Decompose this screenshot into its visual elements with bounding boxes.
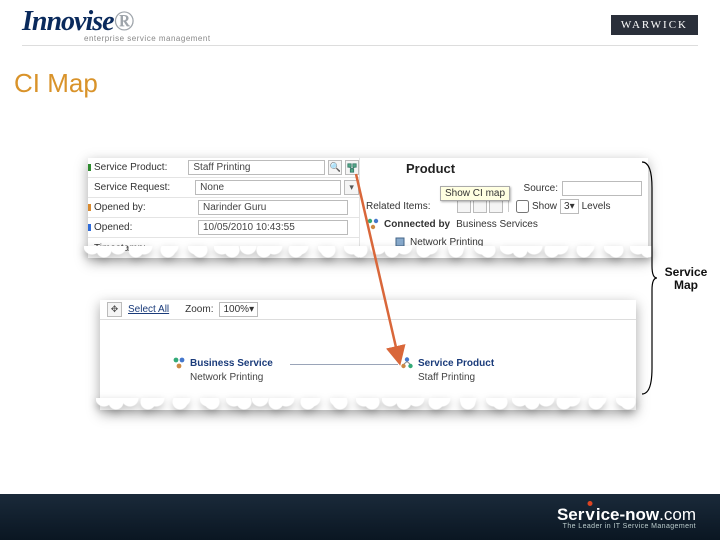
map-icon[interactable] xyxy=(489,199,503,213)
warwick-badge: WARWICK xyxy=(611,15,698,35)
label-timestamp: Timestamp: xyxy=(94,243,146,254)
label-service-product: Service Product: xyxy=(94,162,167,173)
service-product-icon xyxy=(400,356,414,370)
tree-icon[interactable] xyxy=(473,199,487,213)
field-opened[interactable]: 10/05/2010 10:43:55 xyxy=(198,220,348,235)
label-zoom: Zoom: xyxy=(185,304,213,315)
servicenow-logo: Service-now.com xyxy=(557,505,696,524)
connected-icon xyxy=(366,217,380,231)
label-connected-by: Connected by xyxy=(384,219,450,230)
right-panel-title: Product xyxy=(366,158,648,179)
label-source: Source: xyxy=(524,183,558,194)
label-related-items: Related Items: xyxy=(366,201,456,212)
innovise-logo: Innovise® enterprise service management xyxy=(22,6,211,43)
list-icon[interactable] xyxy=(457,199,471,213)
field-opened-by[interactable]: Narinder Guru xyxy=(198,200,348,215)
label-opened-by: Opened by: xyxy=(94,202,146,213)
node-business-service-sub: Network Printing xyxy=(190,372,273,383)
levels-select[interactable]: 3 ▾ xyxy=(560,199,579,214)
node-icon xyxy=(394,236,406,248)
map-screenshot: ✥ Select All Zoom: 100% ▾ Business Servi… xyxy=(100,300,636,410)
node-service-product-sub: Staff Printing xyxy=(418,372,494,383)
business-service-icon xyxy=(172,356,186,370)
tooltip-show-ci-map: Show CI map xyxy=(440,186,510,201)
node-business-service[interactable]: Business Service Network Printing xyxy=(172,356,273,383)
field-source[interactable] xyxy=(562,181,642,196)
label-opened: Opened: xyxy=(94,222,132,233)
cursor-icon[interactable]: ✥ xyxy=(107,302,122,317)
page-title: CI Map xyxy=(0,56,720,111)
select-all-link[interactable]: Select All xyxy=(128,304,169,315)
connected-value[interactable]: Business Services xyxy=(456,219,538,230)
node-service-product[interactable]: Service Product Staff Printing xyxy=(400,356,494,383)
slide-header: Innovise® enterprise service management … xyxy=(0,0,720,45)
slide-footer: Service-now.com The Leader in IT Service… xyxy=(0,494,720,540)
dropdown-icon[interactable]: ▾ xyxy=(344,180,359,195)
zoom-select[interactable]: 100% ▾ xyxy=(219,302,258,317)
relation-line xyxy=(290,364,398,365)
ci-map-icon[interactable] xyxy=(345,160,359,175)
callout-label: Service Map xyxy=(656,266,716,292)
field-service-request[interactable]: None xyxy=(195,180,341,195)
form-screenshot: Service Product: Staff Printing 🔍 Servic… xyxy=(88,158,648,258)
field-service-product[interactable]: Staff Printing xyxy=(188,160,325,175)
label-show: Show xyxy=(532,201,557,212)
search-icon[interactable]: 🔍 xyxy=(328,160,342,175)
subnode-link[interactable]: Network Printing xyxy=(410,237,483,248)
show-checkbox[interactable] xyxy=(516,200,529,213)
label-levels: Levels xyxy=(582,201,611,212)
label-service-request: Service Request: xyxy=(94,182,170,193)
